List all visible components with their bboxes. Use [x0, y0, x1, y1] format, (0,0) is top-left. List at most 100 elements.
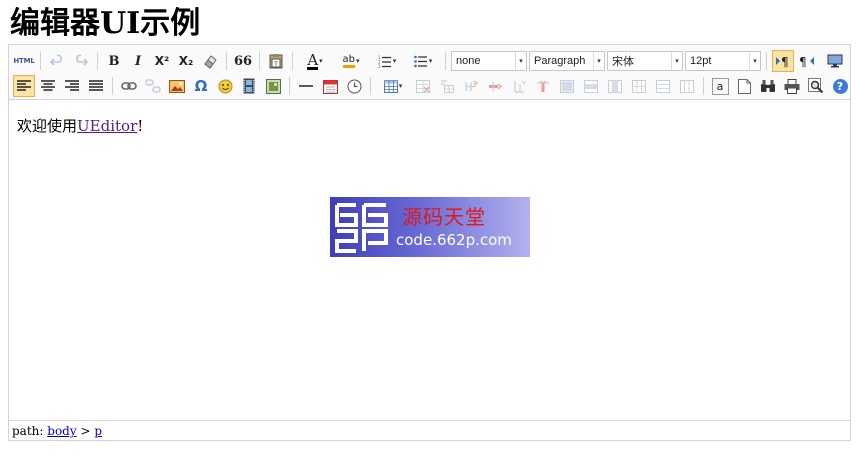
- font-size-select[interactable]: 12pt ▾: [685, 51, 761, 71]
- printer-icon: [784, 78, 800, 94]
- chevron-down-icon: ▾: [398, 82, 403, 90]
- link-button[interactable]: [118, 75, 140, 97]
- separator: [292, 52, 293, 70]
- emoticon-button[interactable]: [214, 75, 236, 97]
- align-justify-button[interactable]: [85, 75, 107, 97]
- fullscreen-button[interactable]: [824, 50, 846, 72]
- unordered-list-button[interactable]: ▾: [406, 50, 440, 72]
- align-right-icon: [65, 80, 79, 91]
- video-button[interactable]: [238, 75, 260, 97]
- clipboard-icon: T: [269, 54, 283, 69]
- insert-row-button[interactable]: [460, 75, 482, 97]
- separator: [226, 52, 227, 70]
- redo-icon: [76, 54, 88, 66]
- align-justify-icon: [89, 80, 103, 91]
- path-body-link[interactable]: body: [47, 424, 76, 438]
- align-center-icon: [41, 80, 55, 91]
- element-path-bar: path: body > p: [9, 420, 850, 440]
- svg-text:T: T: [273, 61, 278, 68]
- chevron-down-icon: ▾: [392, 57, 397, 65]
- print-button[interactable]: [781, 75, 803, 97]
- gallery-button[interactable]: [262, 75, 284, 97]
- blockquote-button[interactable]: 66: [232, 50, 254, 72]
- align-center-button[interactable]: [37, 75, 59, 97]
- font-color-button[interactable]: A ▾: [298, 50, 332, 72]
- font-color-icon: A: [307, 50, 319, 70]
- clock-icon: [347, 79, 361, 93]
- magnifier-icon: [808, 78, 824, 94]
- split-to-rows-button[interactable]: [652, 75, 674, 97]
- subscript-button[interactable]: X₂: [175, 50, 197, 72]
- binoculars-icon: [761, 80, 775, 92]
- insert-paragraph-before-table-button[interactable]: [436, 75, 458, 97]
- unlink-button[interactable]: [142, 75, 164, 97]
- italic-button[interactable]: I: [127, 50, 149, 72]
- page-title: 编辑器UI示例: [10, 6, 201, 41]
- insert-column-icon: [514, 80, 526, 93]
- font-size-value: 12pt: [690, 55, 712, 67]
- source-html-button[interactable]: HTML: [13, 50, 35, 72]
- separator: [703, 77, 704, 95]
- search-replace-button[interactable]: [757, 75, 779, 97]
- chevron-down-icon: ▾: [319, 57, 323, 65]
- unlink-icon: [145, 79, 161, 93]
- content-paragraph[interactable]: 欢迎使用UEditor!: [17, 115, 143, 136]
- help-button[interactable]: ?: [829, 75, 851, 97]
- undo-button[interactable]: [46, 50, 68, 72]
- paste-plain-button[interactable]: T: [265, 50, 287, 72]
- page-break-button[interactable]: [733, 75, 755, 97]
- horizontal-rule-button[interactable]: [295, 75, 317, 97]
- custom-style-select[interactable]: none ▾: [451, 51, 527, 71]
- bold-button[interactable]: B: [103, 50, 125, 72]
- page-icon: [737, 78, 751, 94]
- image-icon: [169, 79, 185, 93]
- merge-right-button[interactable]: [580, 75, 602, 97]
- image-button[interactable]: [166, 75, 188, 97]
- paragraph-select[interactable]: Paragraph ▾: [529, 51, 605, 71]
- split-to-cells-button[interactable]: [628, 75, 650, 97]
- calendar-icon: [322, 79, 338, 94]
- chevron-down-icon: ▾: [749, 52, 760, 70]
- split-to-cols-button[interactable]: [676, 75, 698, 97]
- undo-icon: [50, 54, 62, 66]
- watermark-logo: [335, 203, 388, 253]
- merge-down-icon: [608, 79, 622, 93]
- horizontal-line-icon: [299, 85, 313, 87]
- merge-down-button[interactable]: [604, 75, 626, 97]
- font-family-value: 宋体: [612, 55, 634, 68]
- delete-table-button[interactable]: [412, 75, 434, 97]
- superscript-button[interactable]: X²: [151, 50, 173, 72]
- rtl-direction-button[interactable]: ¶: [796, 50, 818, 72]
- insert-row-icon: [465, 80, 478, 91]
- redo-button[interactable]: [70, 50, 92, 72]
- eraser-icon: [204, 55, 217, 69]
- merge-cells-button[interactable]: [556, 75, 578, 97]
- insert-table-button[interactable]: ▾: [376, 75, 410, 97]
- delete-column-icon: [537, 80, 549, 92]
- ordered-list-button[interactable]: 123 ▾: [370, 50, 404, 72]
- path-label: path:: [12, 424, 44, 438]
- preview-button[interactable]: [805, 75, 827, 97]
- align-right-button[interactable]: [61, 75, 83, 97]
- align-left-button[interactable]: [13, 75, 35, 97]
- custom-style-value: none: [456, 55, 481, 67]
- svg-text:3: 3: [378, 64, 381, 68]
- eraser-button[interactable]: [199, 50, 221, 72]
- delete-column-button[interactable]: [532, 75, 554, 97]
- date-button[interactable]: [319, 75, 341, 97]
- ltr-direction-button[interactable]: ¶: [772, 50, 794, 72]
- font-family-select[interactable]: 宋体 ▾: [607, 51, 683, 71]
- special-char-button[interactable]: Ω: [190, 75, 212, 97]
- split-cols-icon: [680, 79, 694, 93]
- ueditor-link[interactable]: UEditor: [77, 117, 137, 135]
- editor-content[interactable]: 欢迎使用UEditor! 源码天堂 code.662p.com: [9, 99, 850, 420]
- time-button[interactable]: [343, 75, 365, 97]
- split-cells-icon: [632, 79, 646, 93]
- unordered-list-icon: [413, 55, 427, 68]
- anchor-button[interactable]: a: [709, 75, 731, 97]
- highlight-color-button[interactable]: ab ▾: [334, 50, 368, 72]
- path-p-link[interactable]: p: [94, 424, 102, 438]
- separator: [112, 77, 113, 95]
- delete-row-button[interactable]: [484, 75, 506, 97]
- insert-column-button[interactable]: [508, 75, 530, 97]
